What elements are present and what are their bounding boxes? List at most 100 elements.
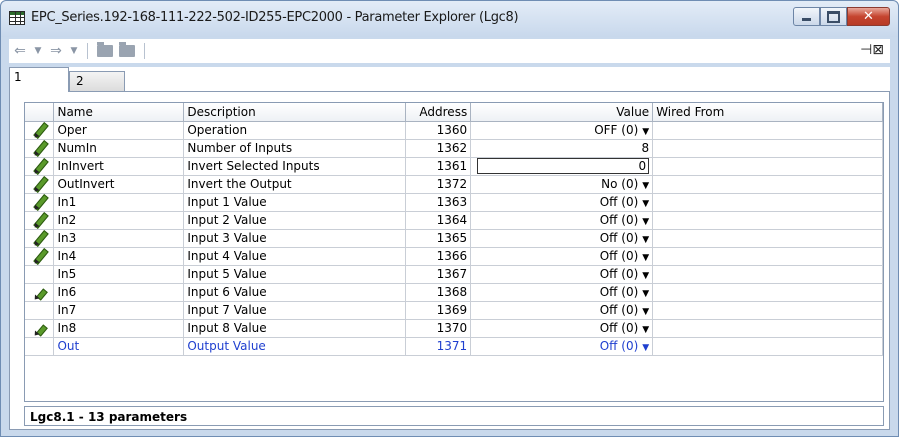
parameter-value: Off (0) — [599, 303, 639, 317]
wired-from-cell[interactable] — [652, 175, 883, 194]
column-header-wired-from[interactable]: Wired From — [652, 103, 883, 122]
chevron-down-icon[interactable]: ▼ — [31, 46, 45, 56]
folder-icon[interactable] — [97, 42, 113, 57]
parameter-value-cell[interactable]: No (0) ▼ — [470, 175, 654, 194]
parameter-name: In2 — [53, 211, 185, 230]
wired-from-cell[interactable] — [652, 157, 883, 176]
pin-icon[interactable]: ⊣⊠ — [860, 42, 884, 58]
parameter-name: In5 — [53, 265, 185, 284]
wired-from-cell[interactable] — [652, 283, 883, 302]
tab-1[interactable]: 1 — [9, 67, 69, 92]
parameter-value: Off (0) — [599, 321, 639, 335]
row-indicator — [25, 319, 55, 338]
parameter-value-cell[interactable]: Off (0) ▼ — [470, 283, 654, 302]
wired-from-cell[interactable] — [652, 229, 883, 248]
maximize-icon — [821, 8, 846, 25]
chevron-down-icon[interactable]: ▼ — [642, 343, 649, 353]
parameter-explorer-window: EPC_Series.192-168-111-222-502-ID255-EPC… — [0, 0, 899, 437]
chevron-down-icon[interactable]: ▼ — [642, 235, 649, 245]
table-row[interactable]: In4 Input 4 Value 1366 Off (0) ▼ — [25, 247, 883, 266]
chevron-down-icon[interactable]: ▼ — [642, 181, 649, 191]
table-row[interactable]: In1 Input 1 Value 1363 Off (0) ▼ — [25, 193, 883, 212]
parameter-description: Number of Inputs — [183, 139, 407, 158]
pencil-icon — [30, 140, 48, 156]
column-header-description[interactable]: Description — [183, 103, 407, 122]
parameter-address: 1360 — [405, 121, 472, 140]
parameter-name: In8 — [53, 319, 185, 338]
parameter-name: Out — [53, 337, 185, 356]
wired-from-cell[interactable] — [652, 211, 883, 230]
wired-from-cell[interactable] — [652, 337, 883, 356]
chevron-down-icon[interactable]: ▼ — [67, 46, 81, 56]
parameter-value: Off (0) — [599, 339, 639, 353]
parameter-value-cell[interactable]: 0 — [470, 157, 654, 176]
table-row[interactable]: In6 Input 6 Value 1368 Off (0) ▼ — [25, 283, 883, 302]
minimize-button[interactable] — [793, 7, 820, 26]
row-indicator — [25, 229, 55, 248]
tab-2[interactable]: 2 — [69, 71, 125, 91]
table-row[interactable]: In7 Input 7 Value 1369 Off (0) ▼ — [25, 301, 883, 320]
forward-arrow-icon[interactable]: ⇒ — [45, 43, 67, 59]
folder-up-icon[interactable] — [119, 42, 135, 57]
wired-from-cell[interactable] — [652, 247, 883, 266]
parameter-value-cell[interactable]: Off (0) ▼ — [470, 247, 654, 266]
back-arrow-icon[interactable]: ⇐ — [9, 43, 31, 59]
parameter-value-cell[interactable]: OFF (0) ▼ — [470, 121, 654, 140]
parameter-value-cell[interactable]: Off (0) ▼ — [470, 265, 654, 284]
table-row[interactable]: Oper Operation 1360 OFF (0) ▼ — [25, 121, 883, 140]
parameter-value-cell[interactable]: Off (0) ▼ — [470, 337, 654, 356]
table-row[interactable]: NumIn Number of Inputs 1362 8 — [25, 139, 883, 158]
column-header-name[interactable]: Name — [53, 103, 185, 122]
wired-from-cell[interactable] — [652, 193, 883, 212]
parameter-value-cell[interactable]: Off (0) ▼ — [470, 229, 654, 248]
pencil-icon — [30, 158, 48, 174]
chevron-down-icon[interactable]: ▼ — [642, 307, 649, 317]
table-row[interactable]: InInvert Invert Selected Inputs 1361 0 — [25, 157, 883, 176]
table-row[interactable]: In3 Input 3 Value 1365 Off (0) ▼ — [25, 229, 883, 248]
table-row[interactable]: In5 Input 5 Value 1367 Off (0) ▼ — [25, 265, 883, 284]
chevron-down-icon[interactable]: ▼ — [642, 253, 649, 263]
window-title: EPC_Series.192-168-111-222-502-ID255-EPC… — [31, 10, 519, 25]
table-row[interactable]: OutInvert Invert the Output 1372 No (0) ▼ — [25, 175, 883, 194]
close-button[interactable]: ✕ — [847, 7, 890, 26]
pencil-icon — [30, 212, 48, 228]
chevron-down-icon[interactable]: ▼ — [642, 271, 649, 281]
parameter-name: In3 — [53, 229, 185, 248]
parameter-name: InInvert — [53, 157, 185, 176]
parameter-value-cell[interactable]: Off (0) ▼ — [470, 319, 654, 338]
table-row[interactable]: In2 Input 2 Value 1364 Off (0) ▼ — [25, 211, 883, 230]
wired-from-cell[interactable] — [652, 139, 883, 158]
parameter-value: Off (0) — [599, 195, 639, 209]
parameter-value-cell[interactable]: 8 — [470, 139, 654, 158]
wired-from-cell[interactable] — [652, 319, 883, 338]
wired-from-cell[interactable] — [652, 121, 883, 140]
pencil-icon — [30, 248, 48, 264]
parameter-name: In6 — [53, 283, 185, 302]
maximize-button[interactable] — [820, 7, 847, 26]
table-row[interactable]: In8 Input 8 Value 1370 Off (0) ▼ — [25, 319, 883, 338]
chevron-down-icon[interactable]: ▼ — [642, 289, 649, 299]
parameter-value-cell[interactable]: Off (0) ▼ — [470, 211, 654, 230]
column-header-address[interactable]: Address — [405, 103, 472, 122]
wired-from-cell[interactable] — [652, 265, 883, 284]
parameter-address: 1370 — [405, 319, 472, 338]
parameter-value-cell[interactable]: Off (0) ▼ — [470, 301, 654, 320]
chevron-down-icon[interactable]: ▼ — [642, 199, 649, 209]
toolbar-divider — [87, 43, 88, 59]
parameter-name: In7 — [53, 301, 185, 320]
chevron-down-icon[interactable]: ▼ — [642, 217, 649, 227]
parameter-value-cell[interactable]: Off (0) ▼ — [470, 193, 654, 212]
title-bar[interactable]: EPC_Series.192-168-111-222-502-ID255-EPC… — [1, 1, 898, 37]
pencil-icon — [30, 320, 48, 336]
chevron-down-icon[interactable]: ▼ — [642, 127, 649, 137]
parameter-rows: Oper Operation 1360 OFF (0) ▼ NumIn Number of … — [25, 121, 883, 356]
parameter-value: OFF (0) — [594, 123, 639, 137]
parameter-description: Output Value — [183, 337, 407, 356]
value-edit-field[interactable]: 0 — [477, 158, 650, 174]
wired-from-cell[interactable] — [652, 301, 883, 320]
parameter-grid: Name Description Address Value Wired Fro… — [24, 102, 884, 402]
column-header-value[interactable]: Value — [470, 103, 654, 122]
chevron-down-icon[interactable]: ▼ — [642, 325, 649, 335]
row-indicator — [25, 193, 55, 212]
table-row[interactable]: Out Output Value 1371 Off (0) ▼ — [25, 337, 883, 356]
